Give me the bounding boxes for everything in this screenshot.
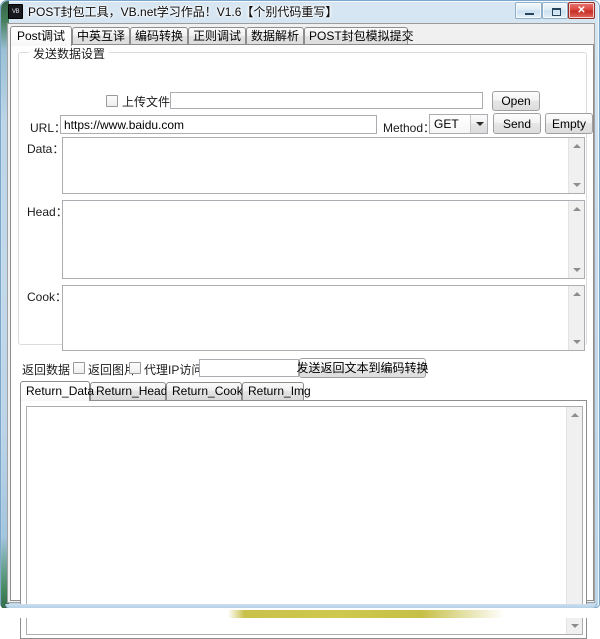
window-title: POST封包工具，VB.net学习作品！V1.6【个别代码重写】 [28, 3, 337, 20]
tab-return-data[interactable]: Return_Data [20, 381, 90, 401]
data-label: Data： [27, 140, 64, 157]
cook-label: Cook： [27, 288, 67, 305]
close-button[interactable]: ✕ [568, 2, 595, 19]
return-data-label: 返回数据 [22, 361, 70, 378]
minimize-button[interactable] [515, 2, 542, 19]
app-icon: VB [8, 4, 23, 19]
scroll-down-icon[interactable] [569, 334, 585, 350]
proxy-ip-input[interactable] [199, 359, 299, 377]
open-button[interactable]: Open [492, 91, 540, 111]
upload-file-checkbox[interactable] [106, 95, 118, 107]
tab-data-parse[interactable]: 数据解析 [246, 27, 304, 45]
method-selected-value: GET [434, 117, 459, 131]
tab-post-debug[interactable]: Post调试 [10, 26, 72, 46]
close-icon: ✕ [569, 3, 594, 18]
send-data-groupbox-title: 发送数据设置 [29, 45, 109, 62]
cook-scrollbar[interactable] [568, 286, 584, 350]
scroll-up-icon[interactable] [567, 407, 583, 423]
scroll-up-icon[interactable] [569, 138, 585, 154]
title-bar[interactable]: VB POST封包工具，VB.net学习作品！V1.6【个别代码重写】 ✕ [1, 1, 600, 22]
scroll-up-icon[interactable] [569, 286, 585, 302]
client-area: Post调试 中英互译 编码转换 正则调试 数据解析 POST封包模拟提交 发送… [7, 23, 595, 603]
return-content-textarea[interactable] [26, 406, 583, 635]
chevron-down-icon [476, 122, 484, 126]
cook-textarea[interactable] [62, 285, 585, 351]
proxy-ip-checkbox[interactable] [129, 362, 141, 374]
method-label: Method： [383, 119, 435, 136]
send-button[interactable]: Send [493, 113, 541, 134]
method-dropdown[interactable]: GET [429, 114, 488, 134]
send-text-to-encoding-button[interactable]: 发送返回文本到编码转换 [299, 358, 426, 378]
return-image-checkbox[interactable] [73, 362, 85, 374]
scroll-down-icon[interactable] [569, 262, 585, 278]
tab-return-img[interactable]: Return_Img [242, 382, 304, 400]
scroll-down-icon[interactable] [569, 177, 585, 193]
maximize-button[interactable] [542, 2, 568, 19]
minimize-icon [525, 13, 534, 15]
tab-return-header[interactable]: Return_Header [90, 382, 166, 400]
tab-page-post-debug: 发送数据设置 上传文件： Open URL： https://www.baidu… [10, 44, 594, 601]
application-window: VB POST封包工具，VB.net学习作品！V1.6【个别代码重写】 ✕ Po… [0, 0, 600, 608]
tab-post-simulate[interactable]: POST封包模拟提交 [304, 27, 408, 45]
maximize-icon [552, 8, 561, 16]
scroll-up-icon[interactable] [569, 201, 585, 217]
main-tab-strip: Post调试 中英互译 编码转换 正则调试 数据解析 POST封包模拟提交 [10, 26, 594, 45]
return-scrollbar[interactable] [566, 407, 582, 634]
tab-encoding-convert[interactable]: 编码转换 [130, 27, 188, 45]
head-textarea[interactable] [62, 200, 585, 279]
return-tab-strip: Return_Data Return_Header Return_Cookie … [20, 381, 587, 400]
url-input[interactable]: https://www.baidu.com [60, 115, 377, 134]
tab-translate[interactable]: 中英互译 [72, 27, 130, 45]
upload-file-input[interactable] [170, 92, 483, 109]
data-scrollbar[interactable] [568, 138, 584, 193]
taskbar-glow [228, 610, 504, 618]
head-scrollbar[interactable] [568, 201, 584, 278]
method-dropdown-arrow[interactable] [470, 115, 487, 133]
empty-button[interactable]: Empty [545, 113, 593, 134]
scroll-down-icon[interactable] [567, 618, 583, 634]
tab-return-cookie[interactable]: Return_Cookie [166, 382, 242, 400]
data-textarea[interactable] [62, 137, 585, 194]
tab-regex-debug[interactable]: 正则调试 [188, 27, 246, 45]
